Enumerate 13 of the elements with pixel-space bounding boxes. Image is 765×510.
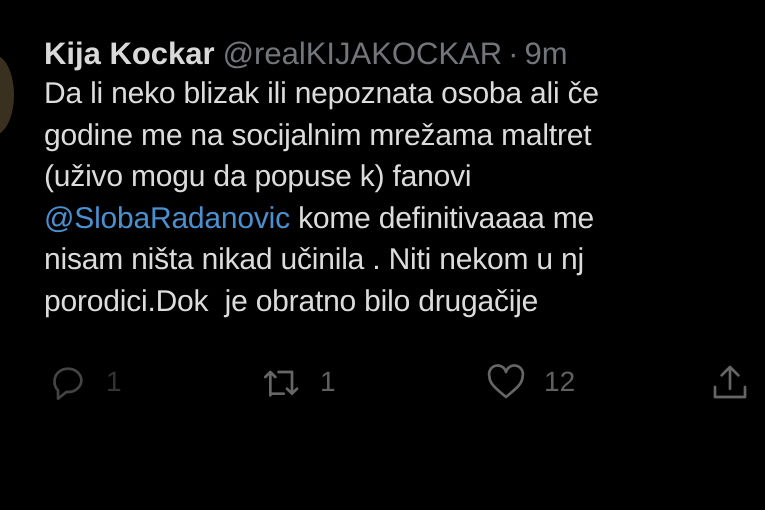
tweet-text-line: porodici.Dok je obratno bilo drugačije [44, 284, 540, 320]
author-name[interactable]: Kija Kockar [44, 36, 215, 72]
author-handle[interactable]: @realKIJAKOCKAR [222, 36, 502, 72]
tweet-text-line: kome definitivaaaa me [297, 202, 594, 234]
like-count: 12 [544, 366, 576, 398]
tweet-text-line: godine me na socijalnim mrežama maltret [44, 118, 592, 154]
tweet-time[interactable]: 9m [524, 36, 568, 72]
tweet-text-line: nisam ništa nikad učinila . Niti nekom u nj [44, 242, 585, 278]
mention-link[interactable]: @SlobaRadanovic [44, 202, 290, 234]
tweet-text-line: Da li neko blizak ili nepoznata osoba ali če [44, 76, 600, 112]
tweet-text-line: (uživo mogu da popuse k) fanovi [44, 159, 472, 195]
retweet-count: 1 [320, 366, 336, 398]
separator-dot: · [508, 36, 518, 72]
